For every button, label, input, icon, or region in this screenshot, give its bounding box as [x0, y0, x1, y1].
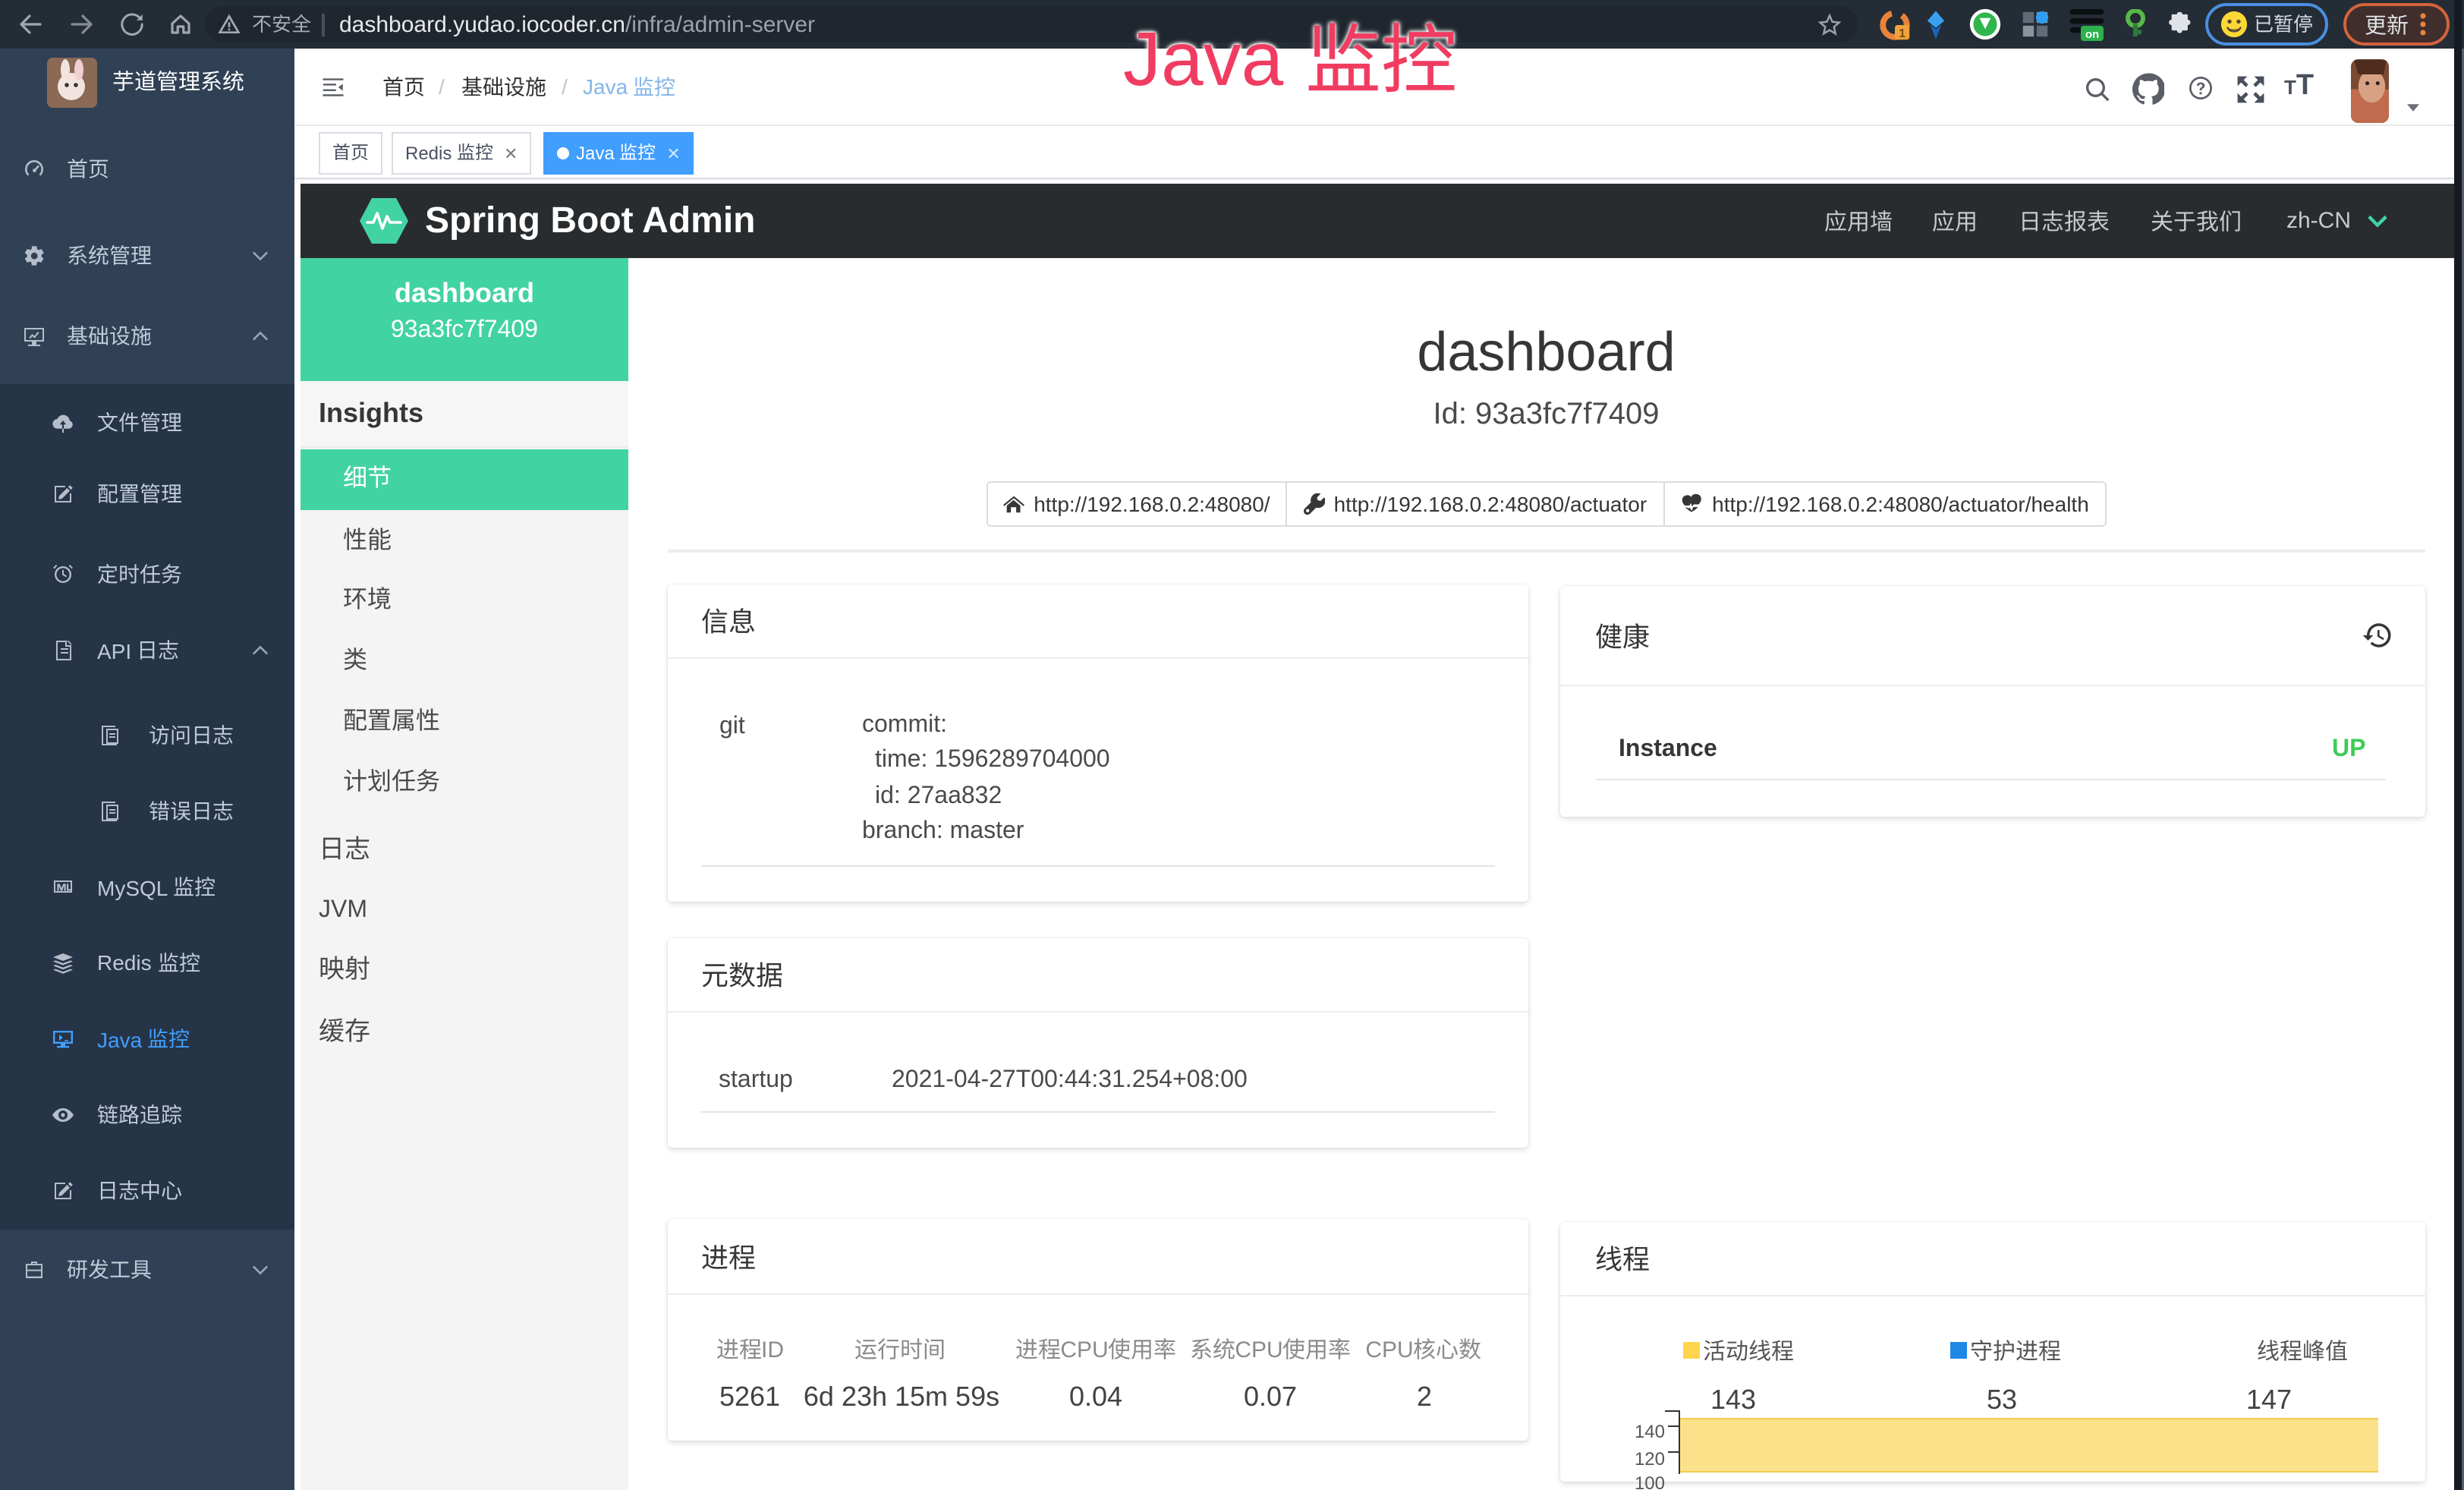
svg-text:1: 1 — [1898, 27, 1905, 39]
svg-text:on: on — [2085, 27, 2098, 40]
